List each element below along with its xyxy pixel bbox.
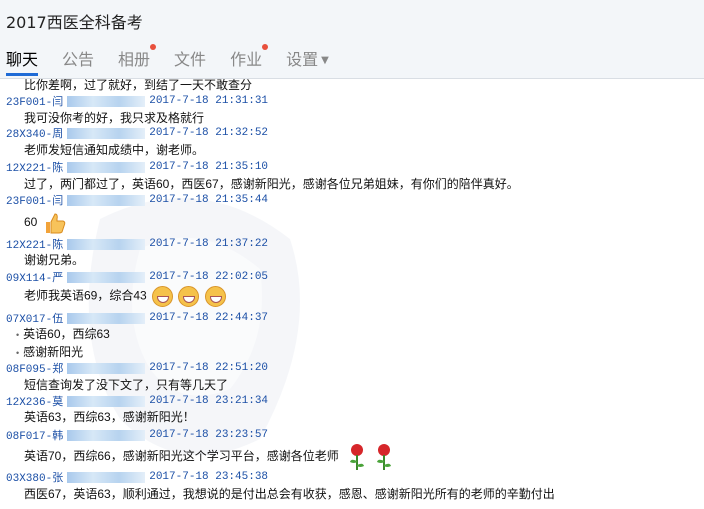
message-text: 英语63，西综63，感谢新阳光！ [24,410,195,424]
tab-bar: 聊天 公告 相册 文件 作业 设置 ▼ [0,44,329,78]
message-bullet: 感谢新阳光 [16,343,83,360]
chat-history[interactable]: 比你差啊，过了就好，到结了一天不敢查分 23F001-闫 2017-7-18 21… [0,79,704,509]
chevron-down-icon: ▼ [321,55,329,66]
message-header: 07X017-伍 2017-7-18 22:44:37 [6,312,269,326]
redacted-name [67,362,146,374]
message-header: 12X236-莫 2017-7-18 23:21:34 [6,395,269,409]
redacted-name [67,271,146,283]
message-content: 英语70，西综66，感谢新阳光这个学习平台，感谢各位老师 [24,443,393,471]
message-content: 老师我英语69，综合43 [24,286,226,307]
message-header: 28X340-周 2017-7-18 21:32:52 [6,127,269,141]
tab-album[interactable]: 相册 [118,44,157,76]
tab-files[interactable]: 文件 [174,44,206,76]
thumbs-up-icon [45,213,65,234]
message-text: 谢谢兄弟。 [24,253,85,267]
message-text: 英语70，西综66，感谢新阳光这个学习平台，感谢各位老师 [24,449,339,464]
message-text: 过了，两门都过了，英语60，西医67，感谢新阳光，感谢各位兄弟姐妹，有你们的陪伴… [24,177,519,191]
redacted-name [67,312,146,324]
message-text: 比你差啊，过了就好，到结了一天不敢查分 [24,79,253,92]
laugh-cry-emoji-icon [178,286,200,307]
tab-settings[interactable]: 设置 ▼ [286,44,329,76]
message-header: 08F095-郑 2017-7-18 22:51:20 [6,362,269,376]
notification-dot [262,44,269,50]
laugh-cry-emoji-icon [152,286,174,307]
group-title: 2017西医全科备考 [6,13,143,32]
tab-announcements[interactable]: 公告 [62,44,94,76]
redacted-name [67,471,146,483]
message-text: 短信查询发了没下文了，只有等几天了 [24,378,229,392]
message-header: 23F001-闫 2017-7-18 21:31:31 [6,95,269,109]
tab-chat[interactable]: 聊天 [6,44,39,76]
message-text: 老师我英语69，综合43 [24,288,147,303]
message-text: 60 [24,215,38,230]
rose-icon [350,444,365,470]
message-text: 西医67，英语63，顺利通过，我想说的是付出总会有收获，感恩、感谢新阳光所有的老… [24,487,555,501]
message-header: 12X221-陈 2017-7-18 21:35:10 [6,161,269,175]
rose-icon [377,444,392,470]
message-text: 我可没你考的好，我只求及格就行 [24,111,205,125]
message-header: 03X380-张 2017-7-18 23:45:38 [6,471,269,485]
redacted-name [67,238,146,250]
notification-dot [150,44,157,50]
redacted-name [67,194,146,206]
message-content: 60 [24,211,67,235]
message-bullet: 英语60，西综63 [16,325,110,342]
group-header: 2017西医全科备考 聊天 公告 相册 文件 作业 设置 ▼ [0,0,704,79]
redacted-name [67,429,146,441]
laugh-cry-emoji-icon [204,286,226,307]
message-header: 08F017-韩 2017-7-18 23:23:57 [6,429,269,443]
redacted-name [67,395,146,407]
tab-homework[interactable]: 作业 [230,44,269,76]
redacted-name [67,127,146,139]
message-header: 12X221-陈 2017-7-18 21:37:22 [6,238,269,252]
redacted-name [67,95,146,107]
redacted-name [67,161,146,173]
message-header: 23F001-闫 2017-7-18 21:35:44 [6,194,269,208]
message-text: 老师发短信通知成绩中，谢老师。 [24,143,205,157]
message-header: 09X114-严 2017-7-18 22:02:05 [6,271,269,285]
